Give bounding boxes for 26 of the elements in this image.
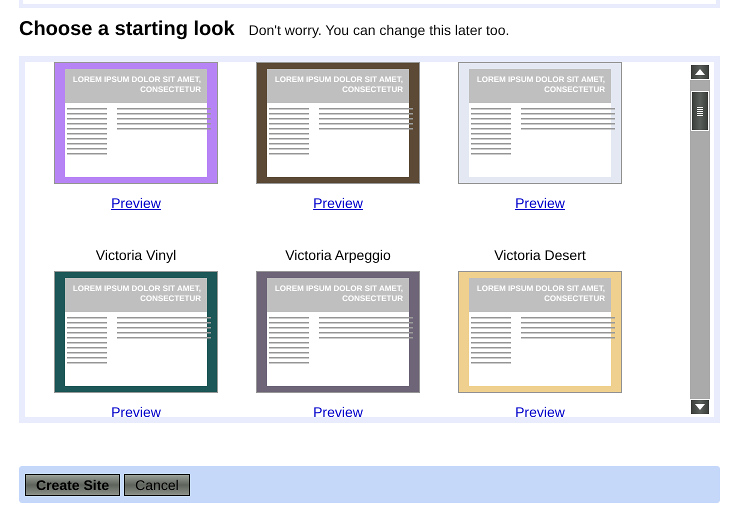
scrollbar[interactable] — [690, 64, 710, 415]
scroll-thumb[interactable] — [691, 91, 709, 131]
theme-name: Victoria Arpeggio — [285, 247, 391, 263]
section-title: Choose a starting look — [19, 18, 235, 41]
thumbnail-headline: LOREM IPSUM DOLOR SIT AMET, CONSECTETUR — [476, 284, 605, 304]
grip-icon — [697, 106, 703, 116]
preview-link[interactable]: Preview — [313, 195, 363, 211]
preview-link[interactable]: Preview — [313, 404, 363, 417]
preview-link[interactable]: Preview — [111, 404, 161, 417]
theme-name: Victoria Desert — [494, 247, 586, 263]
thumbnail-headline: LOREM IPSUM DOLOR SIT AMET, CONSECTETUR — [72, 284, 201, 304]
down-arrow-icon — [695, 404, 705, 410]
thumbnail-headline: LOREM IPSUM DOLOR SIT AMET, CONSECTETUR — [274, 284, 403, 304]
thumbnail-headline: LOREM IPSUM DOLOR SIT AMET, CONSECTETUR — [476, 75, 605, 95]
preview-link[interactable]: Preview — [515, 404, 565, 417]
scroll-up-button[interactable] — [690, 64, 710, 80]
up-arrow-icon — [695, 69, 705, 75]
preview-link[interactable]: Preview — [111, 195, 161, 211]
preview-link[interactable]: Preview — [515, 195, 565, 211]
scroll-down-button[interactable] — [690, 399, 710, 415]
theme-name: Victoria Vinyl — [96, 247, 176, 263]
thumbnail-headline: LOREM IPSUM DOLOR SIT AMET, CONSECTETUR — [72, 75, 201, 95]
section-subtitle: Don't worry. You can change this later too. — [248, 22, 510, 38]
action-button[interactable]: Create Site — [25, 474, 120, 496]
action-button[interactable]: Cancel — [124, 474, 190, 496]
thumbnail-headline: LOREM IPSUM DOLOR SIT AMET, CONSECTETUR — [274, 75, 403, 95]
